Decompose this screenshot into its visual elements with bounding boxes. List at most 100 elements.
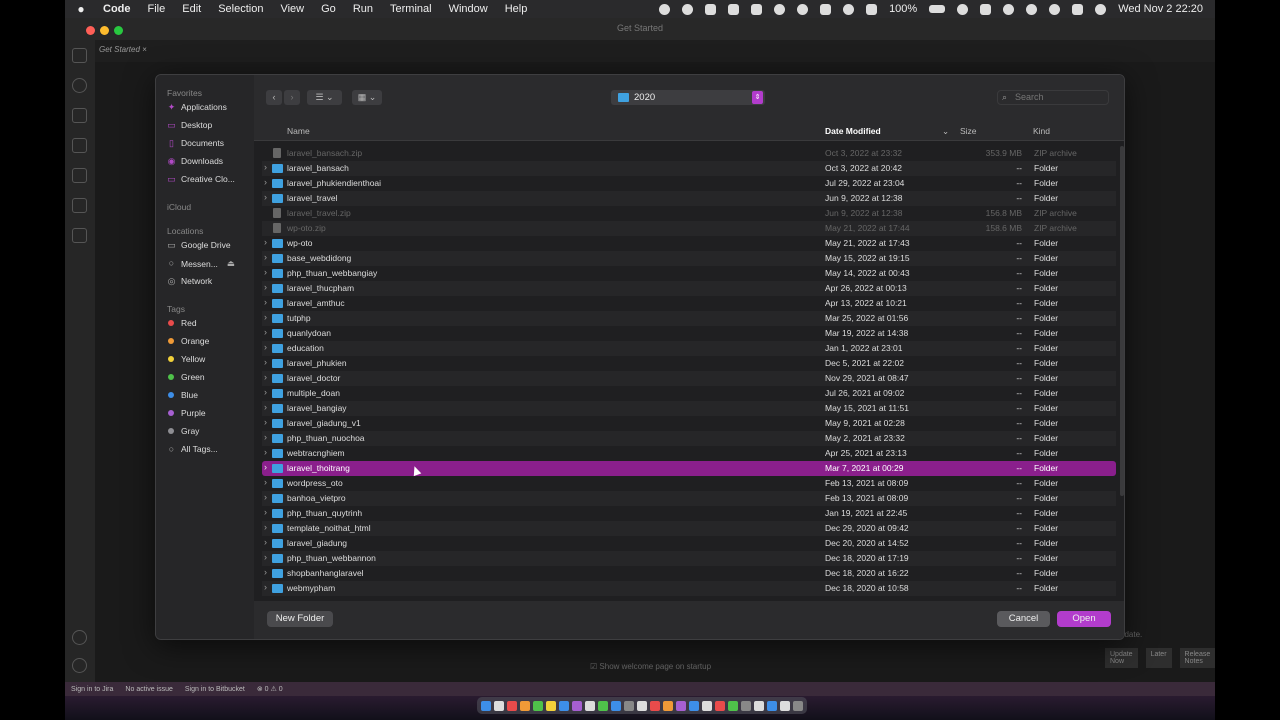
account-icon[interactable] xyxy=(72,630,87,645)
dock-app-icon[interactable] xyxy=(793,700,803,711)
folder-row[interactable]: › php_thuan_webbannon Dec 18, 2020 at 17:1… xyxy=(262,551,1116,566)
control-center-icon[interactable] xyxy=(1072,3,1084,15)
disclosure-chevron-icon[interactable]: › xyxy=(264,522,267,532)
menu-file[interactable]: File xyxy=(148,3,166,15)
folder-row[interactable]: › webtracnghiem Apr 25, 2021 at 23:13 -- Fol… xyxy=(262,446,1116,461)
dock-app-icon[interactable] xyxy=(585,700,595,711)
folder-row[interactable]: › laravel_giadung Dec 20, 2020 at 14:52 -- F… xyxy=(262,536,1116,551)
welcome-checkbox[interactable]: ☑ Show welcome page on startup xyxy=(590,662,711,671)
sidebar-tag-red[interactable]: Red xyxy=(167,318,197,328)
sidebar-item-all-tags[interactable]: ○ All Tags... xyxy=(167,444,218,454)
folder-row[interactable]: › tutphp Mar 25, 2022 at 01:56 -- Folder xyxy=(262,311,1116,326)
clock-app-icon[interactable] xyxy=(843,3,855,15)
menu-terminal[interactable]: Terminal xyxy=(390,3,432,15)
sidebar-tag-gray[interactable]: Gray xyxy=(167,426,199,436)
dock-app-icon[interactable] xyxy=(650,700,660,711)
disclosure-chevron-icon[interactable]: › xyxy=(264,387,267,397)
dock-app-icon[interactable] xyxy=(507,700,517,711)
sidebar-item-google-drive[interactable]: ▭ Google Drive xyxy=(167,240,230,250)
back-button[interactable]: ‹ xyxy=(266,90,282,105)
disclosure-chevron-icon[interactable]: › xyxy=(264,552,267,562)
check-icon[interactable] xyxy=(682,3,694,15)
folder-row[interactable]: › education Jan 1, 2022 at 23:01 -- Folder xyxy=(262,341,1116,356)
vpn-icon[interactable] xyxy=(751,3,763,15)
dock-app-icon[interactable] xyxy=(741,700,751,711)
column-kind[interactable]: Kind xyxy=(1033,126,1050,136)
folder-row[interactable]: › laravel_bangiay May 15, 2021 at 11:51 -- F… xyxy=(262,401,1116,416)
folder-row[interactable]: › base_webdidong May 15, 2022 at 19:15 -- Fo… xyxy=(262,251,1116,266)
folder-row[interactable]: › wordpress_oto Feb 13, 2021 at 08:09 -- Fol… xyxy=(262,476,1116,491)
disclosure-chevron-icon[interactable]: › xyxy=(264,297,267,307)
record-icon[interactable] xyxy=(659,3,671,15)
issue-status[interactable]: No active issue xyxy=(125,686,172,693)
column-size[interactable]: Size xyxy=(960,126,977,136)
sidebar-tag-orange[interactable]: Orange xyxy=(167,336,209,346)
search-field[interactable]: ⌕ xyxy=(997,90,1109,105)
dock-app-icon[interactable] xyxy=(546,700,556,711)
folder-row[interactable]: › php_thuan_nuochoa May 2, 2021 at 23:32 --… xyxy=(262,431,1116,446)
disclosure-chevron-icon[interactable]: › xyxy=(264,462,267,472)
menu-view[interactable]: View xyxy=(280,3,304,15)
apple-menu-icon[interactable]: ● xyxy=(73,2,89,16)
menu-help[interactable]: Help xyxy=(505,3,528,15)
disclosure-chevron-icon[interactable]: › xyxy=(264,492,267,502)
disclosure-chevron-icon[interactable]: › xyxy=(264,327,267,337)
list-view-button[interactable]: ☰ ⌄ xyxy=(307,90,342,105)
disclosure-chevron-icon[interactable]: › xyxy=(264,237,267,247)
cancel-button[interactable]: Cancel xyxy=(997,611,1050,627)
disclosure-chevron-icon[interactable]: › xyxy=(264,567,267,577)
disclosure-chevron-icon[interactable]: › xyxy=(264,477,267,487)
folder-row[interactable]: › laravel_phukiendienthoai Jul 29, 2022 at… xyxy=(262,176,1116,191)
user-icon[interactable] xyxy=(1026,3,1038,15)
keyboard-icon[interactable] xyxy=(866,3,878,15)
vertical-scrollbar[interactable] xyxy=(1120,146,1124,496)
later-button[interactable]: Later xyxy=(1145,648,1172,668)
problems-status[interactable]: ⊗ 0 ⚠ 0 xyxy=(257,685,283,693)
sidebar-item-creative-cloud[interactable]: ▭ Creative Clo... xyxy=(167,174,235,184)
siri-icon[interactable] xyxy=(1095,3,1107,15)
menu-run[interactable]: Run xyxy=(353,3,373,15)
sidebar-tag-blue[interactable]: Blue xyxy=(167,390,198,400)
disclosure-chevron-icon[interactable]: › xyxy=(264,507,267,517)
app-status-icon[interactable] xyxy=(705,3,717,15)
new-folder-button[interactable]: New Folder xyxy=(267,611,333,627)
sidebar-item-downloads[interactable]: ◉ Downloads xyxy=(167,156,224,166)
disclosure-chevron-icon[interactable]: › xyxy=(264,252,267,262)
dock-app-icon[interactable] xyxy=(689,700,699,711)
disclosure-chevron-icon[interactable]: › xyxy=(264,402,267,412)
dock-app-icon[interactable] xyxy=(715,700,725,711)
sidebar-tag-yellow[interactable]: Yellow xyxy=(167,354,205,364)
menu-selection[interactable]: Selection xyxy=(218,3,263,15)
wifi-icon[interactable] xyxy=(1003,3,1015,15)
update-now-button[interactable]: Update Now xyxy=(1105,648,1138,668)
bluetooth-icon[interactable] xyxy=(980,3,992,15)
folder-row[interactable]: › laravel_bansach Oct 3, 2022 at 20:42 -- Fo… xyxy=(262,161,1116,176)
folder-row[interactable]: › wp-oto May 21, 2022 at 17:43 -- Folder xyxy=(262,236,1116,251)
dock-app-icon[interactable] xyxy=(572,700,582,711)
folder-row[interactable]: › laravel_phukien Dec 5, 2021 at 22:02 -- Fo… xyxy=(262,356,1116,371)
dock-app-icon[interactable] xyxy=(520,700,530,711)
disclosure-chevron-icon[interactable]: › xyxy=(264,282,267,292)
tab-get-started[interactable]: Get Started × xyxy=(99,45,147,54)
volume-icon[interactable] xyxy=(957,3,969,15)
disclosure-chevron-icon[interactable]: › xyxy=(264,177,267,187)
sidebar-tag-green[interactable]: Green xyxy=(167,372,205,382)
sync-icon[interactable] xyxy=(797,3,809,15)
remote-explorer-icon[interactable] xyxy=(72,228,87,243)
manage-gear-icon[interactable] xyxy=(72,658,87,673)
disclosure-chevron-icon[interactable]: › xyxy=(264,267,267,277)
menu-go[interactable]: Go xyxy=(321,3,336,15)
folder-row[interactable]: › laravel_doctor Nov 29, 2021 at 08:47 -- Fo… xyxy=(262,371,1116,386)
folder-row[interactable]: › laravel_travel Jun 9, 2022 at 12:38 -- Fol… xyxy=(262,191,1116,206)
disclosure-chevron-icon[interactable]: › xyxy=(264,312,267,322)
column-name[interactable]: Name xyxy=(287,126,310,136)
cloud-icon[interactable] xyxy=(728,3,740,15)
disclosure-chevron-icon[interactable]: › xyxy=(264,417,267,427)
dock-app-icon[interactable] xyxy=(663,700,673,711)
atlassian-icon[interactable] xyxy=(72,198,87,213)
disclosure-chevron-icon[interactable]: › xyxy=(264,537,267,547)
search-icon[interactable] xyxy=(72,78,87,93)
folder-row[interactable]: › multiple_doan Jul 26, 2021 at 09:02 -- Fol… xyxy=(262,386,1116,401)
dock-app-icon[interactable] xyxy=(702,700,712,711)
eject-icon[interactable]: ⏏ xyxy=(227,258,235,269)
